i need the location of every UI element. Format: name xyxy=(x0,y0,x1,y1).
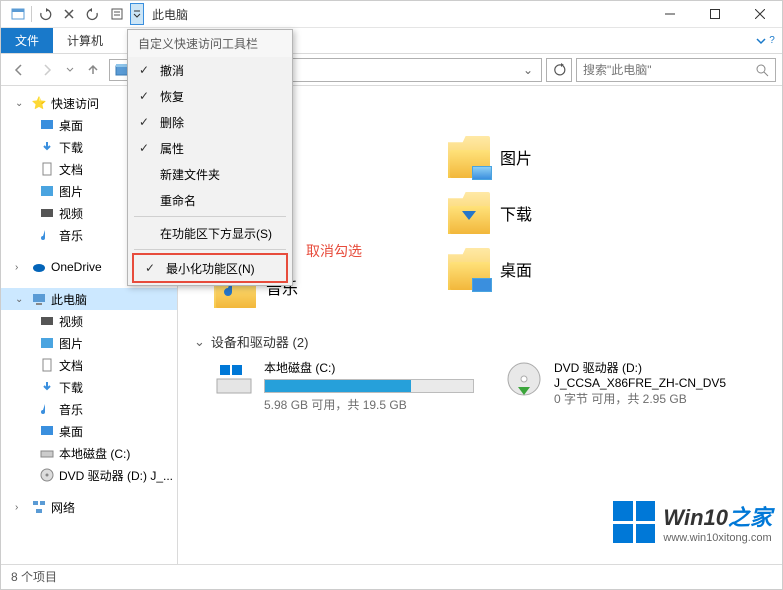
section-devices-header[interactable]: ⌄设备和驱动器 (2) xyxy=(194,332,766,351)
search-box[interactable] xyxy=(576,58,776,82)
cloud-icon xyxy=(31,259,47,275)
download-icon xyxy=(39,139,55,155)
network-icon xyxy=(31,499,47,515)
status-bar: 8 个项目 xyxy=(1,564,782,588)
address-dropdown-icon[interactable]: ⌄ xyxy=(519,63,537,77)
menu-title: 自定义快速访问工具栏 xyxy=(128,30,292,57)
qat-undo-icon[interactable] xyxy=(34,3,56,25)
ribbon-computer-tab[interactable]: 计算机 xyxy=(53,28,117,53)
drive-c[interactable]: 本地磁盘 (C:) 5.98 GB 可用，共 19.5 GB xyxy=(214,359,474,413)
sidebar-this-pc[interactable]: ⌄此电脑 xyxy=(1,288,177,310)
sidebar-network[interactable]: ›网络 xyxy=(1,496,177,518)
video-icon xyxy=(39,205,55,221)
menu-item-newfolder[interactable]: 新建文件夹 xyxy=(128,161,292,187)
nav-history-dropdown[interactable] xyxy=(63,58,77,82)
qat-customize-menu: 自定义快速访问工具栏 ✓撤消 ✓恢复 ✓删除 ✓属性 新建文件夹 重命名 在功能… xyxy=(127,29,293,286)
drive-usage-text: 0 字节 可用，共 2.95 GB xyxy=(554,390,764,407)
sidebar-pc-music[interactable]: 音乐 xyxy=(1,398,177,420)
status-item-count: 8 个项目 xyxy=(11,568,57,585)
sidebar-pc-pictures[interactable]: 图片 xyxy=(1,332,177,354)
qat-delete-icon[interactable] xyxy=(58,3,80,25)
qat-redo-icon[interactable] xyxy=(82,3,104,25)
annotation-text: 取消勾选 xyxy=(306,241,362,261)
qat-properties-icon[interactable] xyxy=(106,3,128,25)
windows-logo-icon xyxy=(613,501,655,543)
title-bar: 此电脑 xyxy=(1,1,782,28)
desktop-icon xyxy=(39,423,55,439)
quick-access-toolbar xyxy=(1,3,144,25)
body-area: ⌄⭐快速访问 桌面 下载 文档 图片 视频 音乐 ›OneDrive ⌄此电脑 … xyxy=(1,86,782,564)
nav-up-button[interactable] xyxy=(81,58,105,82)
folder-label: 桌面 xyxy=(500,257,532,281)
drive-icon xyxy=(39,445,55,461)
menu-item-minimize-ribbon[interactable]: ✓最小化功能区(N) xyxy=(134,255,286,281)
folder-label: 图片 xyxy=(500,145,532,169)
navigation-bar: ⌄ xyxy=(1,54,782,86)
folder-downloads[interactable]: 下载 xyxy=(448,192,688,234)
picture-icon xyxy=(39,183,55,199)
watermark: Win10之家 www.win10xitong.com xyxy=(613,500,772,544)
document-icon xyxy=(39,161,55,177)
qat-app-icon[interactable] xyxy=(7,3,29,25)
menu-item-delete[interactable]: ✓删除 xyxy=(128,109,292,135)
window-controls xyxy=(647,1,782,28)
sidebar-pc-desktop[interactable]: 桌面 xyxy=(1,420,177,442)
nav-forward-button[interactable] xyxy=(35,58,59,82)
drive-label: J_CCSA_X86FRE_ZH-CN_DV5 xyxy=(554,376,764,390)
check-icon: ✓ xyxy=(136,63,152,77)
maximize-button[interactable] xyxy=(692,1,737,28)
music-icon xyxy=(39,401,55,417)
desktop-icon xyxy=(472,278,492,292)
drive-name: 本地磁盘 (C:) xyxy=(264,359,474,376)
menu-separator xyxy=(134,216,286,217)
dvd-icon xyxy=(504,359,544,399)
picture-icon xyxy=(39,335,55,351)
refresh-button[interactable] xyxy=(546,58,572,82)
sidebar-drive-c[interactable]: 本地磁盘 (C:) xyxy=(1,442,177,464)
check-icon: ✓ xyxy=(136,115,152,129)
picture-icon xyxy=(472,166,492,180)
menu-item-rename[interactable]: 重命名 xyxy=(128,187,292,213)
pc-icon xyxy=(31,291,47,307)
menu-separator xyxy=(134,249,286,250)
sidebar-drive-d[interactable]: DVD 驱动器 (D:) J_... xyxy=(1,464,177,486)
folder-pictures[interactable]: 图片 xyxy=(448,136,688,178)
star-icon: ⭐ xyxy=(31,95,47,111)
search-icon xyxy=(755,63,769,77)
music-icon xyxy=(39,227,55,243)
close-button[interactable] xyxy=(737,1,782,28)
nav-back-button[interactable] xyxy=(7,58,31,82)
menu-item-show-below[interactable]: 在功能区下方显示(S) xyxy=(128,220,292,246)
drive-d[interactable]: DVD 驱动器 (D:) J_CCSA_X86FRE_ZH-CN_DV5 0 字… xyxy=(504,359,764,413)
ribbon-expand-button[interactable]: ? xyxy=(748,28,782,53)
drive-name: DVD 驱动器 (D:) xyxy=(554,359,764,376)
sidebar-pc-downloads[interactable]: 下载 xyxy=(1,376,177,398)
search-input[interactable] xyxy=(583,63,755,77)
minimize-button[interactable] xyxy=(647,1,692,28)
menu-item-properties[interactable]: ✓属性 xyxy=(128,135,292,161)
document-icon xyxy=(39,357,55,373)
check-icon: ✓ xyxy=(142,261,158,275)
drive-usage-bar xyxy=(264,379,474,393)
drive-usage-text: 5.98 GB 可用，共 19.5 GB xyxy=(264,396,474,413)
check-icon: ✓ xyxy=(136,141,152,155)
qat-customize-dropdown[interactable] xyxy=(130,3,144,25)
menu-item-undo[interactable]: ✓撤消 xyxy=(128,57,292,83)
folder-label: 下载 xyxy=(500,201,532,225)
download-arrow-icon xyxy=(456,200,482,226)
ribbon-file-tab[interactable]: 文件 xyxy=(1,28,53,53)
video-icon xyxy=(39,313,55,329)
check-icon: ✓ xyxy=(136,89,152,103)
download-icon xyxy=(39,379,55,395)
desktop-icon xyxy=(39,117,55,133)
sidebar-pc-documents[interactable]: 文档 xyxy=(1,354,177,376)
dvd-icon xyxy=(39,467,55,483)
sidebar-pc-videos[interactable]: 视频 xyxy=(1,310,177,332)
folder-desktop[interactable]: 桌面 xyxy=(448,248,688,290)
menu-item-redo[interactable]: ✓恢复 xyxy=(128,83,292,109)
drive-icon xyxy=(214,359,254,399)
window-title: 此电脑 xyxy=(152,6,188,23)
ribbon-bar: 文件 计算机 ? xyxy=(1,28,782,54)
